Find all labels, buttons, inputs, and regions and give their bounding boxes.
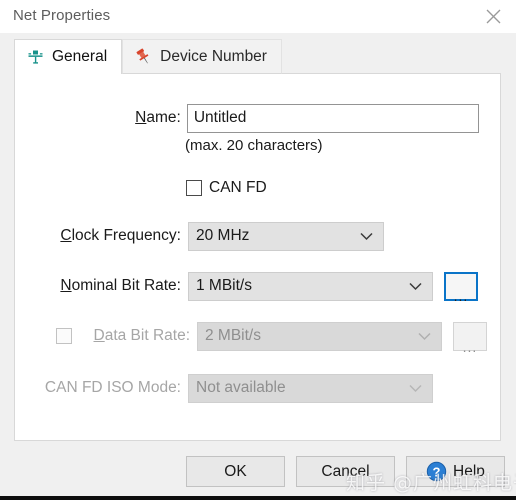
cancel-button[interactable]: Cancel <box>296 456 395 487</box>
ok-button-label: OK <box>224 462 247 480</box>
can-fd-iso-mode-row: CAN FD ISO Mode: Not available <box>40 373 433 403</box>
net-properties-dialog: Net Properties General Device Number Nam… <box>0 0 516 500</box>
chevron-down-icon <box>408 383 423 393</box>
close-icon <box>486 9 500 24</box>
data-bit-rate-browse-label: ... <box>462 338 478 355</box>
can-fd-label: CAN FD <box>209 179 267 196</box>
data-bit-rate-browse-button: ... <box>453 321 487 355</box>
data-bit-rate-row: Data Bit Rate: 2 MBit/s ... <box>56 321 487 355</box>
nominal-bit-rate-label: Nominal Bit Rate: <box>60 277 181 294</box>
name-input[interactable]: Untitled <box>186 103 479 133</box>
nominal-bit-rate-browse-label: ... <box>453 287 469 304</box>
nominal-bit-rate-browse-button[interactable]: ... <box>444 271 478 304</box>
nominal-bit-rate-combobox[interactable]: 1 MBit/s <box>188 271 433 301</box>
name-hint: (max. 20 characters) <box>185 137 323 154</box>
window-title: Net Properties <box>13 7 111 24</box>
pushpin-icon <box>133 47 153 67</box>
data-bit-rate-label: Data Bit Rate: <box>93 327 191 344</box>
name-label: Name: <box>135 109 181 126</box>
tab-device-number-label: Device Number <box>160 47 267 65</box>
can-fd-iso-mode-combobox: Not available <box>188 373 433 403</box>
chevron-down-icon <box>359 231 374 241</box>
help-question-icon: ? <box>426 461 447 482</box>
can-fd-iso-mode-label: CAN FD ISO Mode: <box>44 379 181 396</box>
tab-general-label: General <box>52 48 108 66</box>
network-tee-icon <box>25 47 45 67</box>
tab-device-number[interactable]: Device Number <box>122 39 282 74</box>
can-fd-checkbox-row[interactable]: CAN FD <box>186 173 267 203</box>
data-bit-rate-combobox: 2 MBit/s <box>197 321 442 351</box>
chevron-down-icon <box>408 281 423 291</box>
clock-frequency-combobox[interactable]: 20 MHz <box>188 221 384 251</box>
data-bit-rate-value: 2 MBit/s <box>205 327 261 344</box>
can-fd-iso-mode-value: Not available <box>196 379 286 396</box>
tab-general[interactable]: General <box>14 39 123 74</box>
nominal-bit-rate-value: 1 MBit/s <box>196 277 252 294</box>
chevron-down-icon <box>417 331 432 341</box>
clock-frequency-row: Clock Frequency: 20 MHz <box>53 221 384 251</box>
help-button[interactable]: ? Help <box>406 456 505 487</box>
name-row: Name: Untitled <box>129 103 479 133</box>
svg-text:?: ? <box>433 464 441 479</box>
bottom-edge <box>0 496 516 500</box>
title-bar: Net Properties <box>0 0 516 33</box>
cancel-button-label: Cancel <box>321 462 370 480</box>
tab-strip: General Device Number <box>14 39 282 74</box>
clock-frequency-label: Clock Frequency: <box>60 227 181 244</box>
ok-button[interactable]: OK <box>186 456 285 487</box>
close-button[interactable] <box>470 0 516 33</box>
data-bit-rate-checkbox <box>56 328 72 344</box>
clock-frequency-value: 20 MHz <box>196 227 250 244</box>
nominal-bit-rate-row: Nominal Bit Rate: 1 MBit/s ... <box>53 271 478 304</box>
can-fd-checkbox[interactable] <box>186 180 202 196</box>
help-button-label: Help <box>453 462 485 480</box>
